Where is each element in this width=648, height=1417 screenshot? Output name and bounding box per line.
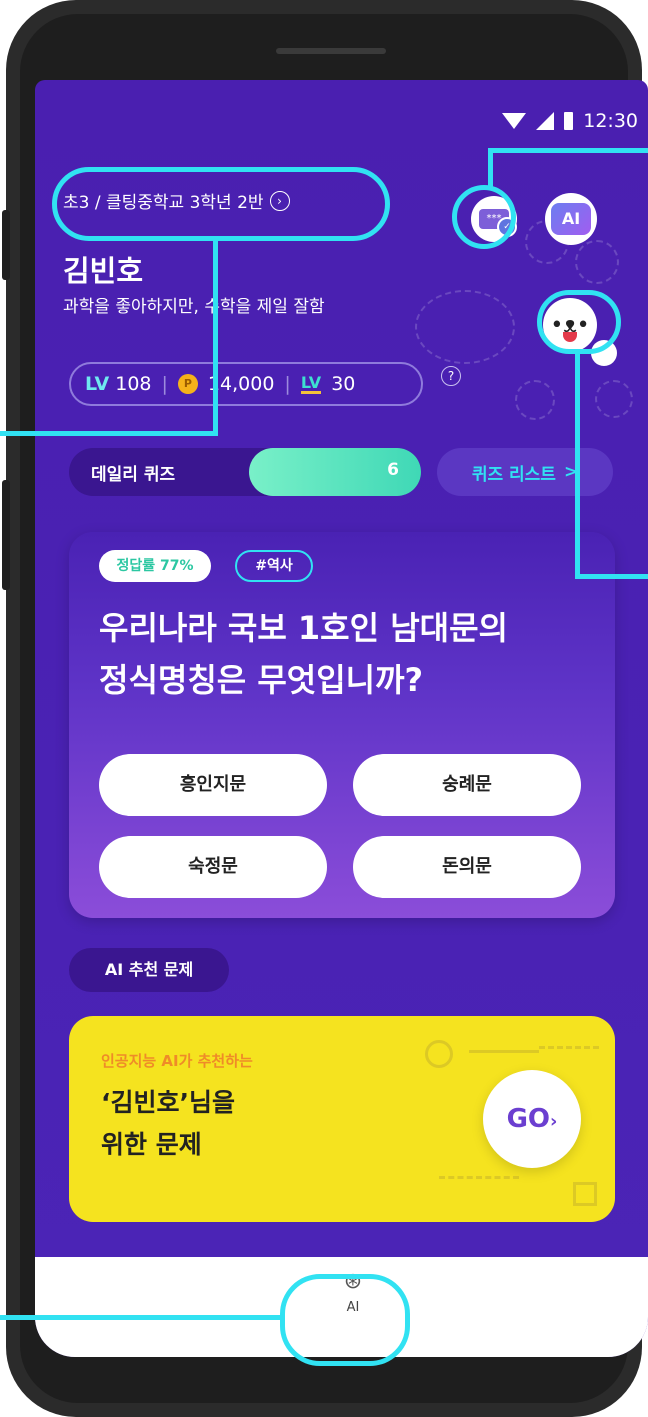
decor-circuit-line — [439, 1176, 519, 1179]
chevron-right-icon: › — [550, 1111, 558, 1132]
decor-gear-icon — [515, 380, 555, 420]
tv-value: 30 — [331, 373, 356, 395]
divider: | — [161, 373, 168, 395]
highlight-connector-line — [575, 352, 580, 578]
phone-speaker — [276, 48, 386, 54]
divider: | — [284, 373, 291, 395]
highlight-connector-line — [575, 574, 648, 579]
status-time: 12:30 — [583, 110, 638, 132]
decor-circuit-line — [539, 1046, 599, 1049]
ai-recommend-subtitle: 인공지능 AI가 추천하는 — [101, 1052, 253, 1070]
help-icon[interactable]: ? — [441, 366, 461, 386]
highlight-connector-line — [488, 148, 648, 153]
phone-side-button-top — [2, 210, 10, 280]
correct-rate-badge: 정답률 77% — [99, 550, 211, 582]
daily-quiz-label: 데일리 퀴즈 — [91, 465, 176, 485]
quiz-list-label: 퀴즈 리스트 — [471, 464, 556, 485]
answer-option-3[interactable]: 숙정문 — [99, 836, 327, 898]
level-prefix: LV — [85, 373, 110, 395]
decor-gear-icon — [575, 240, 619, 284]
highlight-connector-line — [0, 1315, 282, 1320]
stats-bar[interactable]: LV 108 | P 14,000 | LV 30 — [69, 362, 423, 406]
level-stat: LV 108 — [85, 373, 152, 395]
daily-quiz-count: 6 — [387, 460, 399, 480]
highlight-connector-line — [0, 431, 218, 436]
app-screen: 12:30 초3 / 클팅중학교 3학년 2반 › 김빈호 과학을 좋아하지만,… — [35, 80, 648, 1357]
level-value: 108 — [115, 373, 152, 395]
signal-icon — [536, 112, 555, 130]
highlight-connector-line — [213, 238, 218, 435]
tv-icon: LV — [300, 372, 322, 394]
category-tag[interactable]: #역사 — [235, 550, 313, 582]
quiz-question-line2: 정식명칭은 무엇입니까? — [99, 661, 424, 699]
highlight-mascot — [537, 290, 621, 354]
ai-recommend-section-label: AI 추천 문제 — [69, 948, 229, 992]
student-bio: 과학을 좋아하지만, 수학을 제일 잘함 — [63, 297, 325, 317]
ai-recommend-title-line2: 위한 문제 — [101, 1130, 202, 1159]
decor-circuit-line — [469, 1050, 539, 1053]
answer-option-4[interactable]: 돈의문 — [353, 836, 581, 898]
answer-option-1[interactable]: 흥인지문 — [99, 754, 327, 816]
ai-recommend-card[interactable]: 인공지능 AI가 추천하는 ‘김빈호’님을 위한 문제 GO› — [69, 1016, 615, 1222]
highlight-connector-line — [488, 148, 493, 188]
battery-icon — [564, 112, 574, 130]
ai-profile-button[interactable]: AI — [545, 193, 597, 245]
ai-recommend-title: ‘김빈호’님을 위한 문제 — [101, 1082, 235, 1166]
decor-gear-icon — [595, 380, 633, 418]
wifi-icon — [502, 113, 527, 129]
quiz-question: 우리나라 국보 1호인 남대문의 정식명칭은 무엇입니까? — [99, 602, 599, 706]
decor-circuit-icon — [425, 1040, 453, 1068]
quiz-list-button[interactable]: 퀴즈 리스트 > — [437, 448, 613, 496]
highlight-membership-card — [452, 185, 516, 249]
student-name: 김빈호 — [63, 254, 144, 288]
ai-profile-icon: AI — [551, 203, 591, 235]
go-button[interactable]: GO› — [483, 1070, 581, 1168]
daily-quiz-bar[interactable]: 데일리 퀴즈 6 — [69, 448, 421, 496]
highlight-nav-ai — [280, 1274, 410, 1366]
go-label: GO — [506, 1104, 551, 1134]
decor-circuit-icon — [573, 1182, 597, 1206]
decor-brain-icon — [415, 290, 515, 364]
highlight-school-info — [52, 167, 390, 241]
coin-icon: P — [177, 374, 198, 394]
status-bar: 12:30 — [502, 110, 638, 132]
ai-recommend-title-line1: ‘김빈호’님을 — [101, 1088, 235, 1117]
phone-side-button-bottom — [2, 480, 10, 590]
quiz-question-line1: 우리나라 국보 1호인 남대문의 — [99, 609, 508, 647]
answer-option-2[interactable]: 숭례문 — [353, 754, 581, 816]
